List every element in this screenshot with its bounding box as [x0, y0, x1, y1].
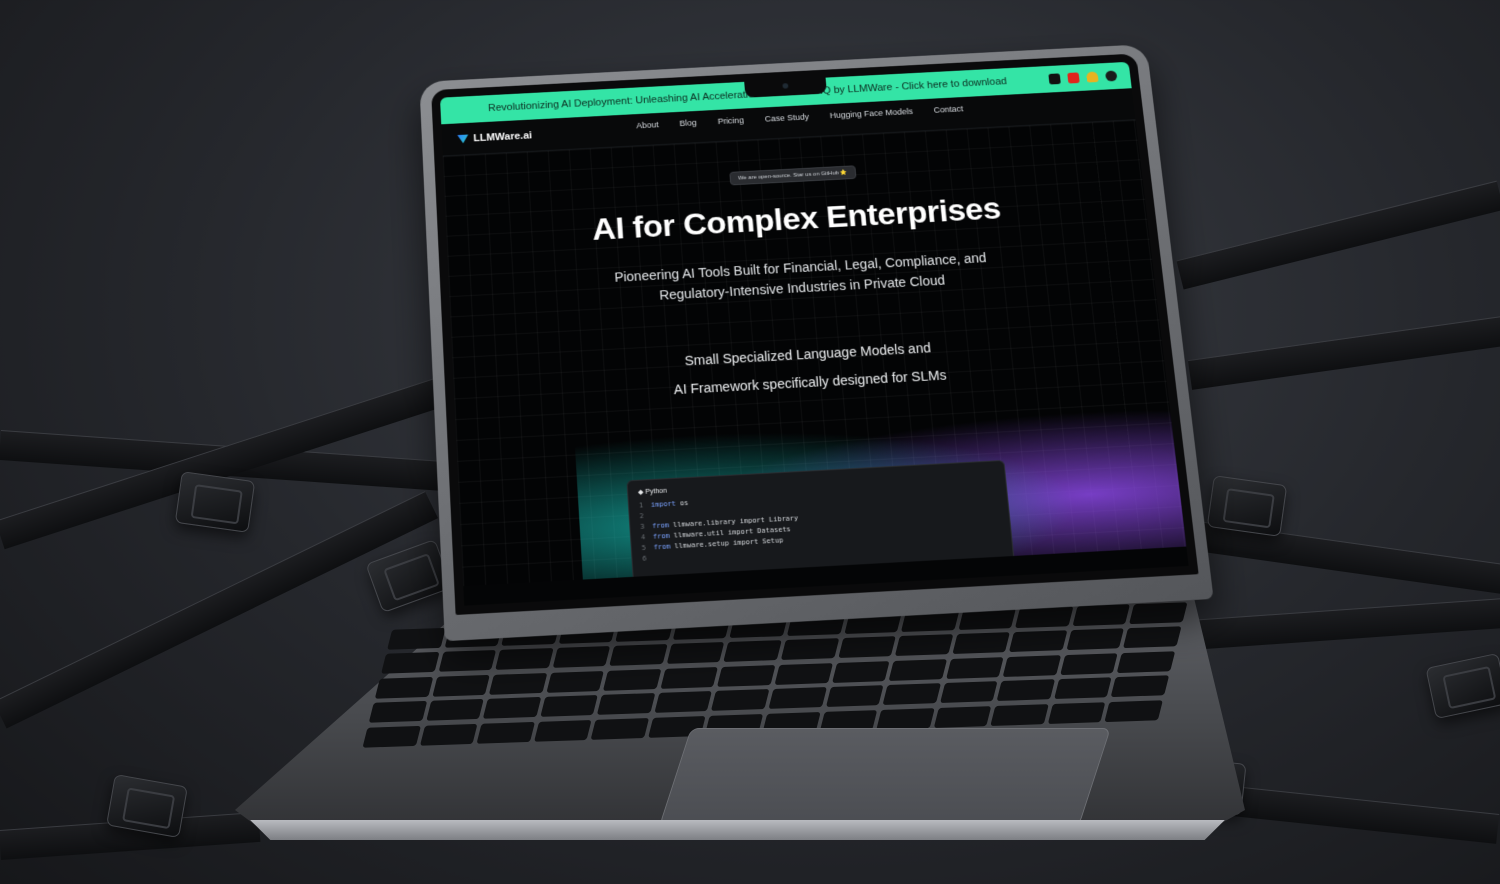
key [419, 723, 478, 746]
key [482, 697, 541, 719]
line-number: 2 [639, 512, 645, 521]
key [380, 652, 440, 675]
hero-subtitle: Pioneering AI Tools Built for Financial,… [448, 239, 1154, 317]
key [1053, 677, 1113, 700]
key [590, 717, 650, 740]
code-text: os [675, 499, 689, 508]
key [1009, 630, 1068, 653]
nav-link-hugging-face-models[interactable]: Hugging Face Models [829, 106, 913, 119]
code-keyword: import [650, 499, 677, 509]
key [951, 632, 1011, 655]
github-star-pill[interactable]: We are open-source. Star us on GitHub ⭐ [729, 165, 857, 186]
code-keyword: from [653, 542, 671, 552]
github-icon[interactable] [1104, 70, 1118, 82]
hero-tagline-line: AI Framework specifically designed for S… [673, 367, 947, 398]
nav-link-pricing[interactable]: Pricing [717, 115, 744, 125]
trackpad [659, 728, 1111, 826]
key [1002, 654, 1062, 677]
nav-link-contact[interactable]: Contact [933, 104, 963, 114]
youtube-icon[interactable] [1067, 72, 1080, 84]
key [774, 662, 833, 685]
key [1129, 602, 1188, 625]
key [1047, 701, 1106, 724]
nav-link-about[interactable]: About [636, 120, 659, 130]
key [1066, 628, 1125, 651]
key [882, 683, 941, 706]
code-card: ◆ Python 1 import os 2 3 from llmware.libr… [626, 459, 1015, 577]
key [1072, 604, 1131, 627]
key [539, 695, 599, 717]
code-keyword: from [651, 521, 670, 531]
laptop: Revolutionizing AI Deployment: Unleashin… [235, 10, 1245, 870]
key [438, 650, 497, 673]
key [945, 656, 1004, 679]
key [431, 674, 491, 697]
key [533, 719, 592, 742]
key [1060, 653, 1119, 675]
key [888, 658, 947, 681]
line-number: 1 [638, 501, 644, 510]
key [831, 660, 890, 683]
code-keyword: from [652, 532, 670, 541]
laptop-lid: Revolutionizing AI Deployment: Unleashin… [419, 44, 1214, 642]
logo[interactable]: LLMWare.ai [457, 130, 532, 145]
key [1111, 675, 1170, 698]
key [711, 689, 770, 712]
key [654, 691, 713, 714]
line-number: 3 [640, 522, 645, 531]
key [368, 701, 427, 723]
key [825, 685, 884, 708]
logo-text: LLMWare.ai [473, 129, 533, 144]
key [425, 699, 484, 721]
key [374, 676, 433, 699]
key [933, 705, 992, 728]
key [939, 681, 998, 704]
laptop-screen: Revolutionizing AI Deployment: Unleashin… [431, 53, 1199, 615]
key [1123, 626, 1182, 649]
line-number: 6 [642, 554, 647, 563]
key [723, 640, 782, 663]
key [1117, 651, 1176, 673]
key [780, 638, 839, 661]
key [609, 644, 668, 667]
hero-section: We are open-source. Star us on GitHub ⭐ … [442, 120, 1187, 587]
key [768, 687, 827, 710]
social-icons [1048, 70, 1130, 85]
nav-link-blog[interactable]: Blog [679, 118, 697, 128]
key [603, 668, 662, 691]
key [990, 703, 1049, 726]
line-number: 5 [641, 543, 647, 552]
key [717, 664, 776, 687]
key [546, 670, 605, 693]
key [837, 636, 896, 659]
nav-link-case-study[interactable]: Case Study [764, 112, 809, 123]
key [495, 648, 554, 671]
logo-icon [457, 134, 469, 144]
code-tab-label: Python [645, 487, 668, 496]
key [996, 679, 1055, 702]
key [876, 707, 935, 730]
discord-icon[interactable] [1048, 73, 1061, 85]
key [1104, 699, 1163, 722]
key [387, 627, 446, 650]
key [552, 646, 611, 669]
key [362, 725, 421, 748]
strap-buckle [1425, 652, 1500, 720]
key [597, 693, 656, 716]
key [894, 634, 953, 657]
key [1015, 606, 1074, 629]
line-number: 4 [640, 533, 646, 542]
key [489, 672, 548, 695]
bell-icon[interactable] [1086, 71, 1099, 83]
laptop-base-lip [250, 820, 1225, 840]
key [476, 721, 535, 744]
key [660, 666, 719, 689]
key [666, 642, 725, 665]
hero-tagline-line: Small Specialized Language Models and [684, 340, 932, 369]
